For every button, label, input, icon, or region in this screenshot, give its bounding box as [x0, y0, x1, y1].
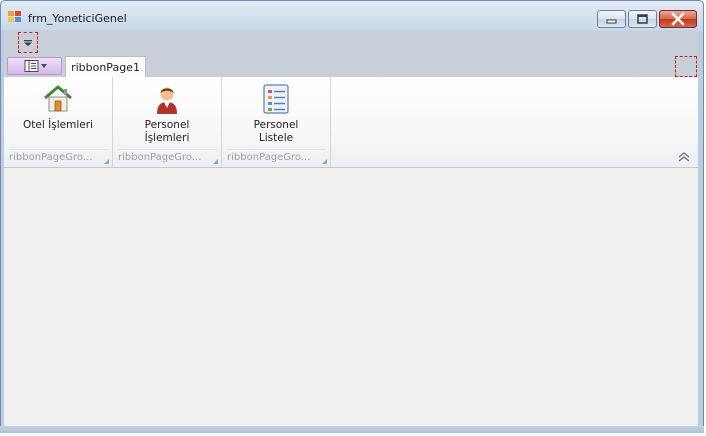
personel-listele-label-2: Listele	[258, 131, 294, 144]
house-icon[interactable]	[42, 83, 74, 115]
group-launcher-icon[interactable]	[104, 159, 109, 164]
form-client-area	[4, 168, 698, 426]
list-icon[interactable]	[260, 83, 292, 115]
application-menu-button[interactable]	[7, 57, 62, 75]
maximize-button[interactable]	[628, 10, 657, 28]
group-caption-text: ribbonPageGro...	[118, 152, 202, 163]
person-icon[interactable]	[151, 83, 183, 115]
app-icon	[8, 11, 21, 22]
personel-listele-label-1: Personel	[253, 119, 299, 131]
close-icon	[671, 12, 685, 26]
chevron-down-icon	[24, 40, 32, 46]
group-caption: ribbonPageGro...	[118, 149, 217, 166]
window-bottom-border	[0, 426, 704, 433]
app-menu-icon	[24, 60, 47, 72]
group-caption: ribbonPageGro...	[227, 149, 326, 166]
group-caption-text: ribbonPageGro...	[227, 152, 311, 163]
ribbon-group-listele: Personel Listele ribbonPageGro...	[222, 77, 331, 167]
quick-access-toolbar	[4, 31, 698, 55]
otel-islemleri-label-1: Otel İşlemleri	[23, 119, 93, 131]
tab-ribbonpage1[interactable]: ribbonPage1	[65, 56, 146, 78]
ribbon-group-personel: Personel İşlemleri ribbonPageGro...	[113, 77, 222, 167]
group-caption: ribbonPageGro...	[9, 149, 108, 166]
qat-customize-dropdown[interactable]	[18, 32, 38, 53]
window-title: frm_YoneticiGenel	[28, 12, 127, 25]
close-button[interactable]	[659, 10, 697, 28]
otel-islemleri-button[interactable]: Otel İşlemleri	[4, 119, 112, 132]
minimize-button[interactable]	[597, 10, 626, 28]
ribbon-collapse-icon[interactable]	[677, 151, 691, 163]
personel-islemleri-label-2: İşlemleri	[144, 131, 190, 144]
group-caption-text: ribbonPageGro...	[9, 152, 93, 163]
maximize-icon	[637, 14, 648, 24]
personel-islemleri-label-1: Personel	[144, 119, 190, 131]
personel-listele-button[interactable]: Personel Listele	[222, 119, 330, 144]
group-launcher-icon[interactable]	[213, 159, 218, 164]
minimize-icon	[606, 19, 617, 24]
personel-islemleri-button[interactable]: Personel İşlemleri	[113, 119, 221, 144]
ribbon-group-otel: Otel İşlemleri ribbonPageGro...	[4, 77, 113, 167]
group-launcher-icon[interactable]	[322, 159, 327, 164]
ribbon-right-placeholder[interactable]	[675, 56, 697, 77]
